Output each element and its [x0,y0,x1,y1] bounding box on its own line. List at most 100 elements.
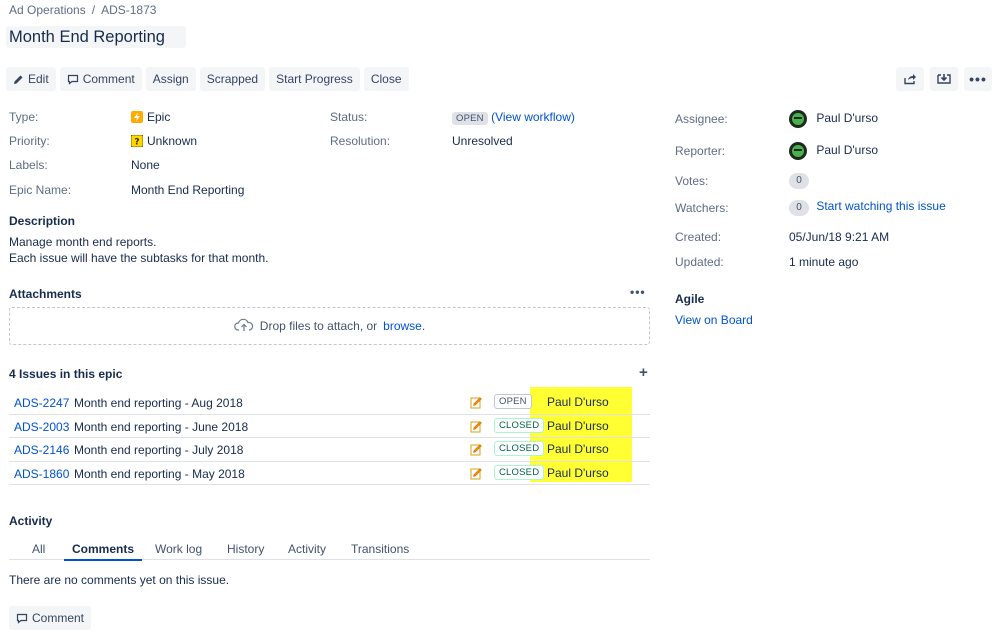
status-badge: CLOSED [494,417,545,433]
assign-button[interactable]: Assign [145,67,196,91]
close-button[interactable]: Close [363,67,409,91]
resolution-label: Resolution: [330,134,391,148]
page-title[interactable]: Month End Reporting [6,26,186,48]
comment-button[interactable]: Comment [59,67,142,91]
browse-link[interactable]: browse. [383,319,425,333]
toolbar-right: ••• [896,67,992,91]
edit-icon[interactable] [470,443,483,459]
breadcrumb-project[interactable]: Ad Operations [9,3,86,17]
breadcrumb-separator: / [91,3,96,17]
votes-count: 0 [789,173,809,189]
add-comment-label: Comment [32,611,85,625]
created-label: Created: [675,230,722,244]
view-on-board-link[interactable]: View on Board [675,313,753,327]
edit-button-label: Edit [28,72,49,86]
labels-value[interactable]: None [131,158,160,172]
tab-activity[interactable]: Activity [288,542,326,556]
type-value-text: Epic [147,110,171,124]
epic-name-value[interactable]: Month End Reporting [131,183,244,197]
votes-label: Votes: [675,174,709,188]
add-issue-icon[interactable]: + [639,364,648,381]
cloud-upload-icon [233,318,254,335]
type-value: Epic [131,110,170,124]
activity-tabs: All Comments Work log History Activity Transi… [9,540,650,561]
attachment-dropzone[interactable]: Drop files to attach, or browse. [9,307,650,345]
svg-text:?: ? [134,138,139,148]
labels-label: Labels: [9,158,48,172]
description-line: Each issue will have the subtasks for th… [9,251,269,265]
description-line: Manage month end reports. [9,235,157,249]
votes-value[interactable]: 0 [789,172,809,189]
issue-assignee: Paul D'urso [547,442,609,456]
more-icon: ••• [969,71,987,87]
more-actions-button[interactable]: ••• [964,67,992,91]
edit-icon[interactable] [470,467,483,483]
issue-assignee: Paul D'urso [547,418,609,433]
comment-icon [67,74,79,85]
table-row[interactable]: ADS-1860 Month end reporting - May 2018 CL… [9,462,650,485]
issue-key-link[interactable]: ADS-1860 [14,467,69,481]
table-row[interactable]: ADS-2247 Month end reporting - Aug 2018 OP… [9,391,650,415]
avatar [789,110,807,128]
view-workflow-paren-close: ) [570,110,575,124]
resolution-value: Unresolved [452,134,513,148]
agile-heading: Agile [675,292,705,306]
table-row[interactable]: ADS-2146 Month end reporting - July 2018 C… [9,438,650,462]
tab-transitions[interactable]: Transitions [351,542,409,556]
type-label: Type: [9,110,39,124]
epic-issues-table: ADS-2247 Month end reporting - Aug 2018 OP… [9,391,650,485]
table-row[interactable]: ADS-2003 Month end reporting - June 2018 C… [9,415,650,438]
avatar [789,142,807,160]
scrapped-button[interactable]: Scrapped [199,67,266,91]
no-comments-text: There are no comments yet on this issue. [9,573,230,587]
breadcrumb-issue-key[interactable]: ADS-1873 [101,3,156,17]
tab-history[interactable]: History [227,542,264,556]
tab-all[interactable]: All [32,542,45,556]
edit-icon[interactable] [470,396,483,412]
created-value: 05/Jun/18 9:21 AM [789,230,890,244]
description-heading: Description [9,214,76,228]
edit-button[interactable]: Edit [6,67,56,91]
epic-icon [131,111,143,123]
activity-heading: Activity [9,514,53,528]
description-body[interactable]: Manage month end reports. Each issue wil… [9,234,268,266]
epic-issues-heading: 4 Issues in this epic [9,367,123,381]
updated-value: 1 minute ago [789,255,859,269]
reporter-label: Reporter: [675,144,726,158]
edit-icon[interactable] [470,420,483,436]
issue-key-link[interactable]: ADS-2003 [14,420,69,434]
attachments-heading: Attachments [9,287,82,301]
share-button[interactable] [896,67,924,91]
issue-key-link[interactable]: ADS-2146 [14,443,69,457]
tab-work-log[interactable]: Work log [155,542,202,556]
priority-label: Priority: [9,134,50,148]
tab-comments[interactable]: Comments [63,542,143,561]
watchers-value: 0 Start watching this issue [789,199,946,216]
issue-summary[interactable]: Month end reporting - Aug 2018 [74,396,243,410]
issue-summary[interactable]: Month end reporting - May 2018 [74,467,245,481]
add-comment-button[interactable]: Comment [9,606,92,630]
view-workflow-link[interactable]: (View workflow) [491,110,575,124]
watchers-count[interactable]: 0 [789,200,809,216]
assignee-value[interactable]: Paul D'urso [789,110,878,128]
issue-toolbar: Edit Comment Assign Scrapped Start Progr… [6,67,409,91]
reporter-value[interactable]: Paul D'urso [789,142,878,160]
share-icon [903,73,917,85]
assignee-label: Assignee: [675,112,728,126]
export-button[interactable] [930,67,958,91]
unknown-priority-icon: ? [130,134,144,148]
status-badge: OPEN [494,394,532,409]
issue-assignee: Paul D'urso [547,395,609,409]
watchers-label: Watchers: [675,201,729,215]
start-watching-link[interactable]: Start watching this issue [816,199,945,213]
start-progress-button[interactable]: Start Progress [269,67,360,91]
status-badge[interactable]: OPEN [452,112,488,125]
export-icon [937,73,951,85]
status-value: OPEN (View workflow) [452,110,575,125]
issue-summary[interactable]: Month end reporting - July 2018 [74,443,243,457]
issue-key-link[interactable]: ADS-2247 [14,396,69,410]
issue-summary[interactable]: Month end reporting - June 2018 [74,420,248,434]
reporter-name: Paul D'urso [816,143,878,158]
status-label: Status: [330,110,368,124]
attachments-more-icon[interactable]: ••• [630,286,646,298]
